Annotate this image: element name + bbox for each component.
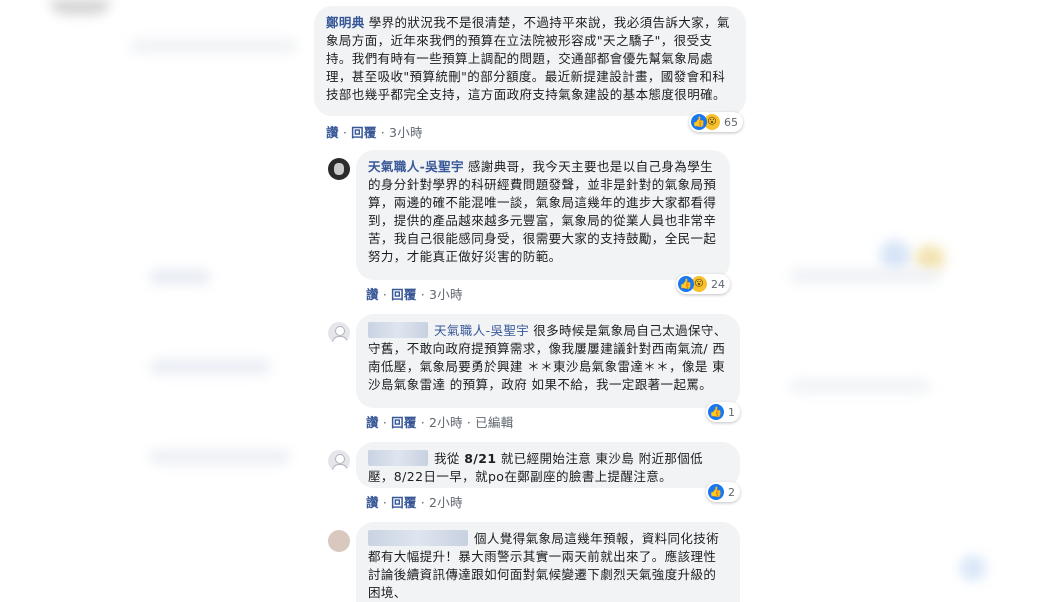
reply-link[interactable]: 回覆 bbox=[391, 495, 417, 510]
edited-label[interactable]: 已編輯 bbox=[475, 415, 513, 430]
like-icon: 👍 bbox=[691, 114, 707, 130]
timestamp[interactable]: 2小時 bbox=[429, 415, 463, 430]
comment-bubble: 鄭明典 學界的狀況我不是很清楚，不過持平來說，我必須告訴大家，氣象局方面，近年來我… bbox=[314, 6, 746, 116]
timestamp[interactable]: 3小時 bbox=[389, 125, 423, 140]
reaction-summary[interactable]: 👍 😮 65 bbox=[689, 112, 743, 132]
avatar[interactable] bbox=[328, 158, 350, 180]
separator: · bbox=[382, 415, 388, 430]
reaction-summary[interactable]: 👍 1 bbox=[706, 402, 740, 422]
reply-link[interactable]: 回覆 bbox=[391, 287, 417, 302]
reaction-count: 1 bbox=[728, 405, 735, 419]
comment-text: 感謝典哥，我今天主要也是以自己身為學生的身分針對學界的科研經費問題發聲，並非是針… bbox=[368, 159, 717, 264]
commenter-name[interactable]: 鄭明典 bbox=[326, 15, 365, 30]
reaction-count: 24 bbox=[711, 277, 725, 291]
separator: · bbox=[466, 415, 472, 430]
reply-link[interactable]: 回覆 bbox=[351, 125, 377, 140]
separator: · bbox=[380, 125, 385, 140]
avatar[interactable] bbox=[328, 450, 350, 472]
tagged-name[interactable]: 天氣職人-吳聖宇 bbox=[434, 323, 529, 338]
blurred-text bbox=[150, 450, 290, 464]
reaction-count: 2 bbox=[728, 485, 735, 499]
reaction-count: 65 bbox=[724, 115, 738, 129]
comment-bubble: 我從 8/21 就已經開始注意 東沙島 附近那個低壓，8/22日一早，就po在鄭… bbox=[356, 442, 740, 488]
blurred-text bbox=[790, 270, 940, 282]
blurred-icon bbox=[880, 240, 910, 270]
like-icon: 👍 bbox=[708, 404, 724, 420]
timestamp[interactable]: 3小時 bbox=[429, 287, 463, 302]
avatar[interactable] bbox=[328, 530, 350, 552]
comment-bubble: 天氣職人-吳聖宇 很多時候是氣象局自己太過保守、守舊，不敢向政府提預算需求，像我屢… bbox=[356, 314, 740, 408]
like-link[interactable]: 讚 bbox=[366, 287, 379, 302]
separator: · bbox=[342, 125, 348, 140]
comment-actions: 讚 · 回覆 · 2小時 · 已編輯 bbox=[366, 412, 514, 431]
separator: · bbox=[420, 287, 425, 302]
blurred-text bbox=[150, 270, 210, 284]
comment-actions: 讚 · 回覆 · 2小時 bbox=[366, 492, 463, 511]
avatar[interactable] bbox=[328, 322, 350, 344]
blurred-icon bbox=[960, 555, 986, 581]
comment-text: 學界的狀況我不是很清楚，不過持平來說，我必須告訴大家，氣象局方面，近年來我們的預… bbox=[326, 15, 730, 102]
separator: · bbox=[420, 495, 425, 510]
date-mention: 8/21 bbox=[464, 451, 497, 466]
blurred-text bbox=[130, 40, 300, 52]
comment-actions: 讚 · 回覆 · 3小時 bbox=[326, 122, 423, 141]
comment-actions: 讚 · 回覆 · 3小時 bbox=[366, 284, 463, 303]
separator: · bbox=[382, 287, 388, 302]
reaction-summary[interactable]: 👍 2 bbox=[706, 482, 740, 502]
comment-bubble: 天氣職人-吳聖宇 感謝典哥，我今天主要也是以自己身為學生的身分針對學界的科研經費問… bbox=[356, 150, 730, 280]
separator: · bbox=[420, 415, 425, 430]
like-link[interactable]: 讚 bbox=[366, 495, 379, 510]
comment-bubble: 個人覺得氣象局這幾年預報，資料同化技術都有大幅提升！暴大雨警示其實一兩天前就出來… bbox=[356, 522, 740, 602]
reply-link[interactable]: 回覆 bbox=[391, 415, 417, 430]
like-link[interactable]: 讚 bbox=[366, 415, 379, 430]
comment-text: 我從 bbox=[434, 451, 465, 466]
blurred-text bbox=[150, 360, 270, 374]
blurred-avatar bbox=[50, 0, 110, 14]
redacted-name bbox=[368, 450, 428, 466]
timestamp[interactable]: 2小時 bbox=[429, 495, 463, 510]
reaction-summary[interactable]: 👍 😮 24 bbox=[676, 274, 730, 294]
blurred-icon bbox=[915, 245, 945, 271]
redacted-name bbox=[368, 530, 468, 546]
blurred-text bbox=[790, 380, 930, 392]
separator: · bbox=[382, 495, 388, 510]
like-link[interactable]: 讚 bbox=[326, 125, 339, 140]
like-icon: 👍 bbox=[708, 484, 724, 500]
like-icon: 👍 bbox=[678, 276, 694, 292]
commenter-name[interactable]: 天氣職人-吳聖宇 bbox=[368, 159, 464, 174]
redacted-name bbox=[368, 322, 428, 338]
